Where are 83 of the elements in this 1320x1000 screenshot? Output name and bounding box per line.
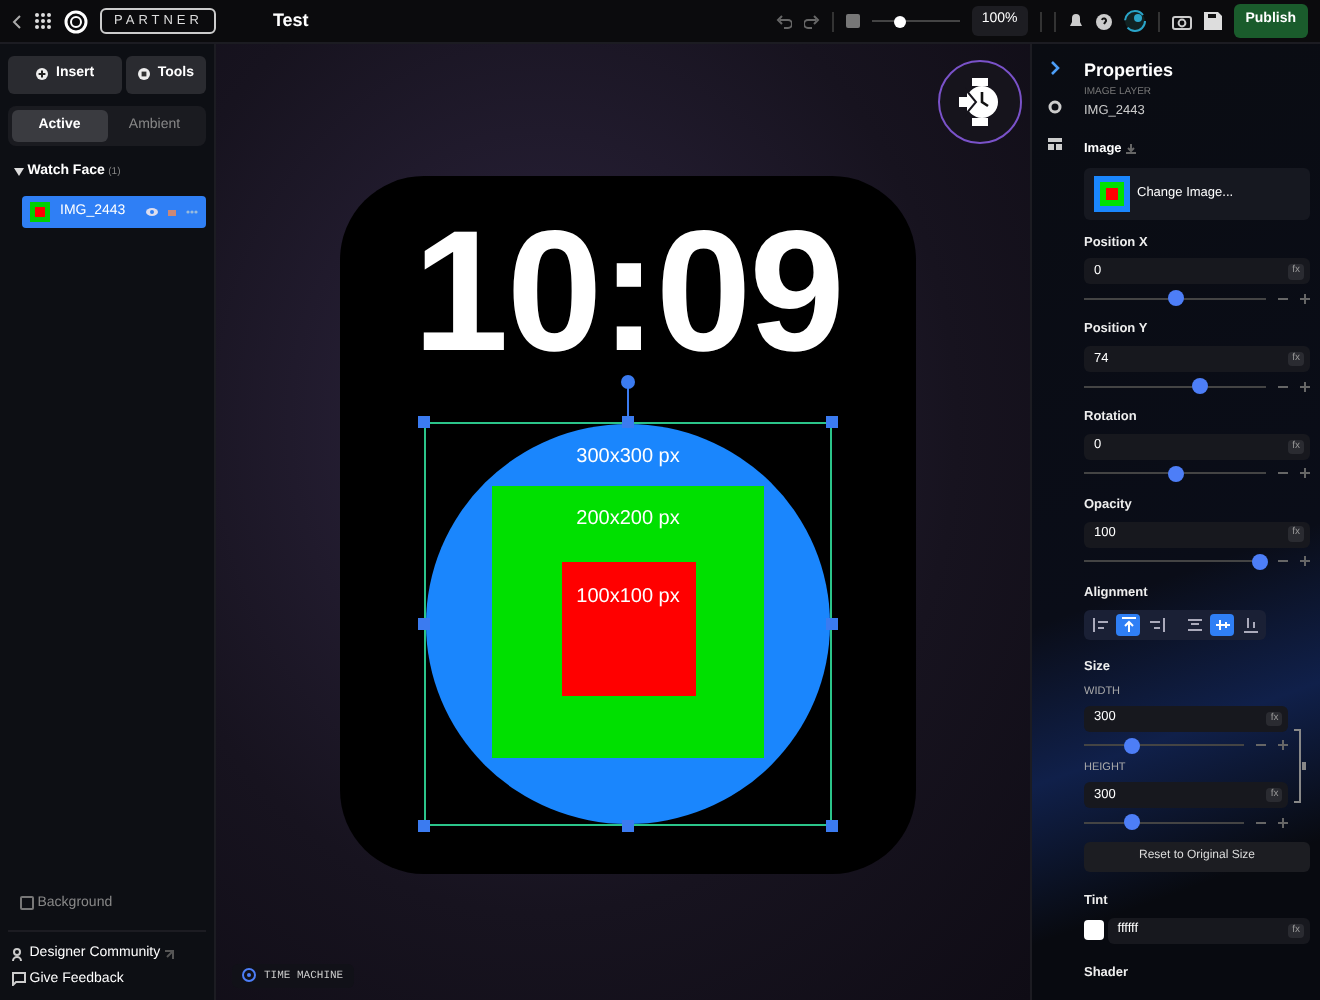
slider[interactable] <box>1084 465 1266 482</box>
align-button[interactable] <box>1116 614 1140 637</box>
zoom-slider[interactable] <box>871 13 960 29</box>
caret-icon[interactable] <box>14 167 24 178</box>
align-top-icon <box>1119 616 1137 635</box>
minus-icon[interactable] <box>1256 740 1267 751</box>
logo-icon <box>64 9 88 33</box>
slider[interactable] <box>1084 737 1245 754</box>
back-icon[interactable] <box>12 13 22 29</box>
slider[interactable] <box>1084 290 1266 307</box>
rotation-handle[interactable] <box>620 374 636 422</box>
undo-icon[interactable] <box>775 13 792 29</box>
resize-handle[interactable] <box>418 416 430 428</box>
eye-icon[interactable] <box>146 207 158 216</box>
slider-thumb[interactable] <box>894 15 907 27</box>
plus-icon[interactable] <box>1278 817 1289 827</box>
resize-handle[interactable] <box>622 820 634 832</box>
align-left-icon <box>1091 616 1109 635</box>
resize-handle[interactable] <box>826 618 838 630</box>
slider-thumb[interactable] <box>1167 290 1183 307</box>
external-link-icon <box>163 949 174 960</box>
slider[interactable] <box>1084 814 1245 830</box>
minus-icon[interactable] <box>1278 293 1288 304</box>
image-thumbnail-icon <box>30 201 50 222</box>
resize-handle[interactable] <box>418 820 430 832</box>
time-text: 10:09 <box>413 224 843 362</box>
slider-thumb[interactable] <box>1167 465 1183 482</box>
save-icon[interactable] <box>1203 12 1222 30</box>
resize-handle[interactable] <box>418 618 430 630</box>
align-bottom-icon <box>1241 616 1259 635</box>
align-vcenter-icon <box>1213 616 1231 635</box>
image-thumbnail-icon <box>1094 175 1130 211</box>
slider-thumb[interactable] <box>1124 814 1141 830</box>
grid-menu-icon[interactable] <box>34 12 52 30</box>
resize-handle[interactable] <box>826 820 838 832</box>
minus-icon[interactable] <box>1256 817 1267 827</box>
align-button[interactable] <box>1144 614 1168 637</box>
collapse-icon[interactable] <box>1049 60 1059 76</box>
panel-title: Properties <box>1084 58 1176 84</box>
align-button[interactable] <box>1238 614 1262 637</box>
align-button[interactable] <box>1088 614 1112 637</box>
minus-icon[interactable] <box>1278 468 1288 479</box>
watch-switch-button[interactable] <box>938 60 1022 144</box>
size-label: 300x300 px <box>576 444 680 472</box>
camera-icon[interactable] <box>1171 13 1192 29</box>
align-button[interactable] <box>1182 614 1206 637</box>
settings-icon[interactable] <box>1047 100 1061 114</box>
color-swatch[interactable] <box>1084 920 1104 941</box>
slider[interactable] <box>1084 553 1266 569</box>
help-icon[interactable] <box>1095 13 1112 29</box>
resize-handle[interactable] <box>622 416 634 428</box>
redo-icon[interactable] <box>803 13 820 29</box>
plus-icon[interactable] <box>1300 468 1310 479</box>
slider[interactable] <box>1084 378 1266 394</box>
plus-icon[interactable] <box>1300 381 1310 391</box>
link-bracket-icon[interactable] <box>1292 725 1310 805</box>
plus-icon[interactable] <box>1278 740 1289 751</box>
slider-thumb[interactable] <box>1192 378 1209 394</box>
size-label: 200x200 px <box>576 506 680 534</box>
people-icon <box>12 947 26 962</box>
bell-icon[interactable] <box>1067 12 1084 30</box>
align-button[interactable] <box>1210 614 1234 637</box>
square-icon[interactable] <box>845 14 860 28</box>
resize-handle[interactable] <box>826 416 838 428</box>
plus-icon <box>36 68 49 81</box>
document-title: Test <box>272 7 309 34</box>
slider-thumb[interactable] <box>1252 553 1269 569</box>
plus-icon[interactable] <box>1300 293 1310 304</box>
align-right-icon <box>1147 616 1165 635</box>
watch-icon <box>958 78 1002 126</box>
minus-icon[interactable] <box>1278 381 1288 391</box>
speech-bubble-icon <box>12 972 26 987</box>
align-hcenter-icon <box>1185 616 1203 635</box>
clock-icon <box>242 968 256 983</box>
download-icon[interactable] <box>1125 144 1136 155</box>
minus-icon[interactable] <box>1278 556 1288 566</box>
slider-thumb[interactable] <box>1124 737 1141 754</box>
size-label: 100x100 px <box>576 584 680 612</box>
checkbox[interactable] <box>20 896 34 911</box>
avatar-icon[interactable] <box>1123 10 1146 32</box>
tools-icon <box>137 68 150 81</box>
plus-icon[interactable] <box>1300 556 1310 566</box>
layout-icon[interactable] <box>1047 138 1061 150</box>
